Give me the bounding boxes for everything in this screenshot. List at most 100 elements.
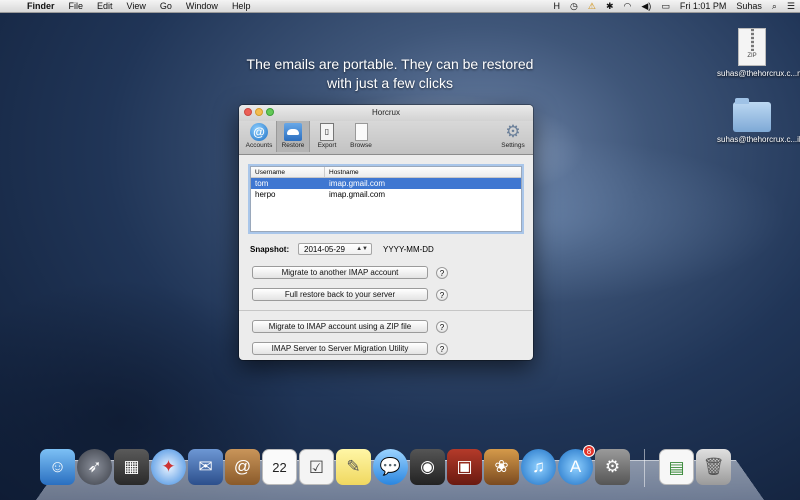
help-button[interactable]: ? (436, 288, 448, 301)
volume-icon[interactable]: ◀) (636, 1, 656, 12)
menu-file[interactable]: File (62, 1, 91, 11)
toolbar-browse-label: Browse (350, 142, 372, 149)
table-row[interactable]: tom imap.gmail.com (251, 178, 521, 189)
mail-icon[interactable]: ✉ (188, 449, 223, 485)
document-icon (354, 123, 368, 141)
calendar-day: 22 (272, 460, 287, 475)
desktop-folder[interactable]: suhas@thehorcrux.c...il.com (717, 98, 800, 144)
dock-icons: ☺ ➶ ▦ ✦ ✉ @ 22 ☑ ✎ 💬 ◉ ▣ ❀ ♫ A 8 ⚙ ▤ 🗑 (40, 445, 731, 487)
column-header-username[interactable]: Username (251, 167, 325, 177)
cell-hostname: imap.gmail.com (329, 190, 386, 199)
mission-control-icon[interactable]: ▦ (114, 449, 149, 485)
accounts-table[interactable]: Username Hostname tom imap.gmail.com her… (250, 166, 522, 232)
table-header: Username Hostname (251, 167, 521, 178)
photo-booth-icon[interactable]: ▣ (447, 449, 482, 485)
safari-icon[interactable]: ✦ (151, 449, 186, 485)
toolbar-export-label: Export (317, 142, 337, 149)
document-stack-icon[interactable]: ▤ (659, 449, 694, 485)
export-icon: ▯ (320, 123, 334, 141)
stepper-icon[interactable]: ▲▼ (356, 244, 368, 255)
input-menu-indicator[interactable]: H (549, 1, 566, 11)
horcrux-window: Horcrux @ Accounts Restore ▯ Export Brow… (239, 105, 533, 360)
menu-extras: H ◷ ⚠ ✱ ◠ ◀) ▭ Fri 1:01 PM Suhas ⌕ ☰ (549, 1, 800, 12)
launchpad-icon[interactable]: ➶ (77, 449, 112, 485)
clock[interactable]: Fri 1:01 PM (675, 1, 732, 11)
window-titlebar[interactable]: Horcrux (239, 105, 533, 121)
zip-file-icon: ZIP (738, 28, 766, 66)
toolbar-restore[interactable]: Restore (276, 121, 310, 152)
system-preferences-icon[interactable]: ⚙ (595, 449, 630, 485)
server-migration-row: IMAP Server to Server Migration Utility … (252, 342, 521, 355)
migrate-zip-button[interactable]: Migrate to IMAP account using a ZIP file (252, 320, 428, 333)
server-migration-button[interactable]: IMAP Server to Server Migration Utility (252, 342, 428, 355)
toolbar-settings-label: Settings (501, 142, 525, 149)
help-button[interactable]: ? (436, 342, 448, 355)
migrate-zip-row: Migrate to IMAP account using a ZIP file… (252, 320, 521, 333)
cell-hostname: imap.gmail.com (329, 179, 386, 188)
restore-panel: Username Hostname tom imap.gmail.com her… (239, 155, 533, 360)
bluetooth-icon[interactable]: ✱ (601, 1, 619, 12)
help-button[interactable]: ? (436, 266, 448, 279)
finder-icon[interactable]: ☺ (40, 449, 75, 485)
zoom-button[interactable] (266, 108, 274, 116)
menu-help[interactable]: Help (225, 1, 258, 11)
section-divider (239, 310, 532, 311)
date-format-hint: YYYY-MM-DD (383, 244, 434, 254)
contacts-icon[interactable]: @ (225, 449, 260, 485)
accounts-icon: @ (250, 123, 268, 141)
notes-icon[interactable]: ✎ (336, 449, 371, 485)
snapshot-date-value: 2014-05-29 (304, 245, 345, 254)
dock-separator (644, 449, 645, 487)
app-store-icon[interactable]: A 8 (558, 445, 595, 485)
minimize-button[interactable] (255, 108, 263, 116)
time-machine-icon[interactable]: ◷ (565, 1, 583, 12)
trash-icon[interactable]: 🗑 (696, 449, 731, 485)
notification-center-icon[interactable]: ☰ (782, 1, 800, 12)
column-header-hostname[interactable]: Hostname (325, 167, 359, 177)
traffic-lights (244, 108, 274, 116)
zip-file-label: suhas@thehorcrux.c...m.zip (717, 69, 800, 78)
menu-edit[interactable]: Edit (90, 1, 120, 11)
itunes-icon[interactable]: ♫ (521, 449, 556, 485)
calendar-icon[interactable]: 22 (262, 449, 297, 485)
wifi-icon[interactable]: ◠ (619, 1, 637, 12)
toolbar-accounts[interactable]: @ Accounts (242, 121, 276, 152)
folder-icon (733, 98, 771, 132)
menu-app-name[interactable]: Finder (20, 1, 62, 11)
headline-caption: The emails are portable. They can be res… (246, 56, 534, 91)
toolbar-browse[interactable]: Browse (344, 121, 378, 152)
migrate-imap-row: Migrate to another IMAP account ? (252, 266, 521, 279)
full-restore-row: Full restore back to your server ? (252, 288, 521, 301)
app-store-badge: 8 (583, 445, 595, 457)
migrate-imap-button[interactable]: Migrate to another IMAP account (252, 266, 428, 279)
cloud-restore-icon (284, 123, 302, 141)
folder-label: suhas@thehorcrux.c...il.com (717, 135, 800, 144)
full-restore-button[interactable]: Full restore back to your server (252, 288, 428, 301)
user-menu[interactable]: Suhas (731, 1, 767, 11)
table-row[interactable]: herpo imap.gmail.com (251, 189, 521, 200)
snapshot-row: Snapshot: 2014-05-29 ▲▼ YYYY-MM-DD (250, 242, 521, 256)
reminders-icon[interactable]: ☑ (299, 449, 334, 485)
snapshot-label: Snapshot: (250, 244, 290, 254)
facetime-icon[interactable]: ◉ (410, 449, 445, 485)
menu-go[interactable]: Go (153, 1, 179, 11)
messages-icon[interactable]: 💬 (373, 449, 408, 485)
toolbar-accounts-label: Accounts (245, 142, 273, 149)
battery-icon[interactable]: ▭ (656, 1, 675, 12)
toolbar-export[interactable]: ▯ Export (310, 121, 344, 152)
menu-window[interactable]: Window (179, 1, 225, 11)
desktop-zip-file[interactable]: ZIP suhas@thehorcrux.c...m.zip (717, 28, 800, 78)
snapshot-date-picker[interactable]: 2014-05-29 ▲▼ (298, 243, 372, 255)
window-toolbar: @ Accounts Restore ▯ Export Browse ⚙ Set… (239, 121, 533, 155)
cell-username: tom (255, 179, 269, 188)
gear-icon: ⚙ (505, 122, 521, 141)
toolbar-restore-label: Restore (281, 142, 305, 149)
help-button[interactable]: ? (436, 320, 448, 333)
window-title: Horcrux (371, 108, 400, 117)
iphoto-icon[interactable]: ❀ (484, 449, 519, 485)
warning-icon[interactable]: ⚠ (583, 1, 601, 12)
toolbar-settings[interactable]: ⚙ Settings (496, 121, 530, 152)
close-button[interactable] (244, 108, 252, 116)
menu-view[interactable]: View (120, 1, 153, 11)
spotlight-icon[interactable]: ⌕ (767, 1, 782, 12)
